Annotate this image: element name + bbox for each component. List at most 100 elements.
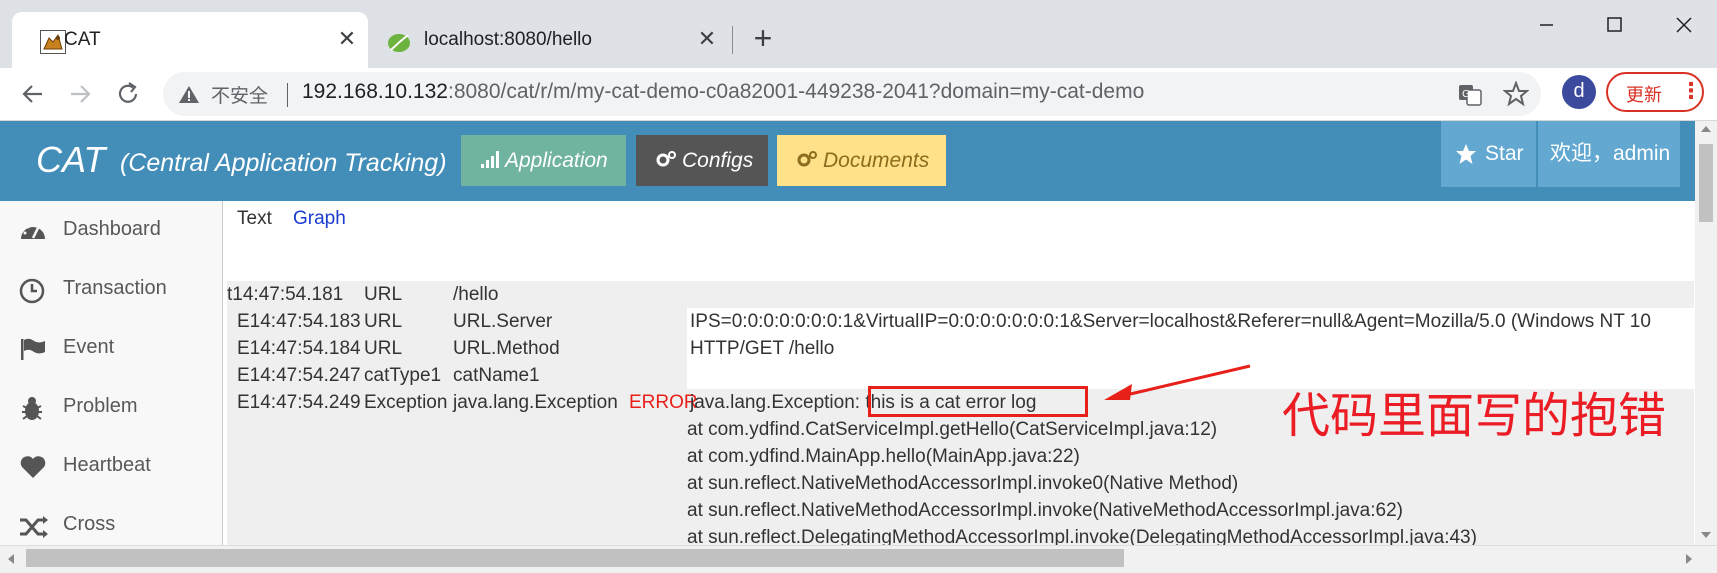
log-row: E14:47:54.183 URL URL.Server IPS=0:0:0:0… xyxy=(227,308,1694,335)
dashboard-icon xyxy=(21,222,45,239)
sidebar-item-label: Cross xyxy=(63,513,116,535)
clock-icon xyxy=(19,278,45,304)
log-type: catType1 xyxy=(364,365,442,386)
log-name: /hello xyxy=(453,284,499,305)
menu-dots-icon: ⋮ xyxy=(1680,78,1702,103)
browser-toolbar: 不安全 192.168.10.132:8080/cat/r/m/my-cat-d… xyxy=(0,68,1717,121)
tab-title: CAT xyxy=(64,29,101,50)
scroll-right-icon[interactable] xyxy=(1684,553,1694,565)
sidebar-item-heartbeat[interactable]: Heartbeat xyxy=(0,437,222,497)
back-button[interactable] xyxy=(16,77,50,111)
svg-text:G: G xyxy=(1462,89,1470,100)
tab-localhost[interactable]: localhost:8080/hello ✕ xyxy=(372,12,728,68)
sidebar-item-transaction[interactable]: Transaction xyxy=(0,260,222,320)
log-data: HTTP/GET /hello xyxy=(690,338,835,359)
scroll-down-icon[interactable] xyxy=(1700,530,1712,540)
log-time: E14:47:54.184 xyxy=(237,338,361,359)
sidebar-item-label: Heartbeat xyxy=(63,454,151,476)
brand-subtitle: (Central Application Tracking) xyxy=(120,149,447,177)
log-type: URL xyxy=(364,284,403,305)
profile-avatar[interactable]: d xyxy=(1562,75,1596,109)
stack-trace-line: at com.ydfind.MainApp.hello(MainApp.java… xyxy=(687,446,1080,467)
vertical-scroll-thumb[interactable] xyxy=(1699,144,1713,222)
back-arrow-icon xyxy=(22,85,42,103)
url-path: :8080/cat/r/m/my-cat-demo-c0a82001-44923… xyxy=(447,80,1145,103)
sidebar-item-event[interactable]: Event xyxy=(0,319,222,379)
user-menu[interactable]: 欢迎，admin xyxy=(1538,121,1680,187)
stack-trace-line: at com.ydfind.CatServiceImpl.getHello(Ca… xyxy=(687,419,1218,440)
window-close-button[interactable] xyxy=(1664,10,1704,40)
cogs-icon xyxy=(656,151,676,167)
log-data-cell xyxy=(687,335,1694,362)
scroll-up-icon[interactable] xyxy=(1700,124,1712,134)
github-star-button[interactable]: Star xyxy=(1441,121,1536,187)
sidebar-item-label: Problem xyxy=(63,395,138,417)
exception-class: java.lang.Exception: xyxy=(690,392,866,413)
stack-trace-line: at sun.reflect.NativeMethodAccessorImpl.… xyxy=(687,473,1239,494)
sidebar-item-dashboard[interactable]: Dashboard xyxy=(0,201,222,261)
log-time: E14:47:54.183 xyxy=(237,311,361,332)
security-label[interactable]: 不安全 xyxy=(211,81,268,108)
brand-title[interactable]: CAT xyxy=(36,139,105,181)
log-name: java.lang.Exception xyxy=(453,392,618,413)
address-bar[interactable]: 不安全 192.168.10.132:8080/cat/r/m/my-cat-d… xyxy=(163,72,1541,116)
nav-documents-button[interactable]: Documents xyxy=(777,135,946,186)
sidebar-item-cross[interactable]: Cross xyxy=(0,496,222,545)
reload-icon xyxy=(118,82,138,103)
user-greeting: 欢迎，admin xyxy=(1550,142,1671,165)
close-icon xyxy=(1676,17,1692,33)
log-status-error: ERROR xyxy=(629,392,698,413)
url-host: 192.168.10.132 xyxy=(302,80,448,103)
log-type: URL xyxy=(364,338,403,359)
sidebar-item-label: Transaction xyxy=(63,277,167,299)
translate-icon[interactable]: G xyxy=(1457,82,1483,108)
random-icon xyxy=(20,516,48,538)
forward-button[interactable] xyxy=(63,77,97,111)
nav-configs-button[interactable]: Configs xyxy=(636,135,768,186)
close-icon[interactable]: ✕ xyxy=(334,26,360,52)
sidebar-item-label: Event xyxy=(63,336,115,358)
browser-tab-bar: CAT ✕ localhost:8080/hello ✕ + xyxy=(0,0,1717,68)
reload-button[interactable] xyxy=(111,77,145,111)
star-label: Star xyxy=(1485,142,1524,165)
warning-icon xyxy=(179,86,199,103)
signal-icon xyxy=(481,151,499,168)
view-text-link[interactable]: Text xyxy=(237,208,272,230)
nav-label: Configs xyxy=(682,149,754,172)
minimize-button[interactable] xyxy=(1526,10,1566,40)
cogs-icon xyxy=(797,151,817,167)
nav-application-button[interactable]: Application xyxy=(461,135,626,186)
sidebar-item-problem[interactable]: Problem xyxy=(0,378,222,438)
log-time: E14:47:54.249 xyxy=(237,392,361,413)
tab-cat[interactable]: CAT ✕ xyxy=(12,12,368,68)
log-name: catName1 xyxy=(453,365,540,386)
log-name: URL.Server xyxy=(453,311,553,332)
log-time: t14:47:54.181 xyxy=(227,284,344,305)
annotation-text: 代码里面写的抱错 xyxy=(1282,388,1667,444)
cat-favicon-icon xyxy=(40,30,66,54)
star-icon xyxy=(1456,144,1476,164)
nav-label: Application xyxy=(505,149,608,172)
minimize-icon xyxy=(1540,24,1553,26)
bookmark-star-icon[interactable] xyxy=(1503,81,1529,107)
log-name: URL.Method xyxy=(453,338,560,359)
message-view: Text Graph t14:47:54.181 URL /hello E14:… xyxy=(223,201,1694,545)
sidebar-item-label: Dashboard xyxy=(63,218,161,240)
flag-icon xyxy=(21,338,45,360)
cat-navbar: CAT (Central Application Tracking) Appli… xyxy=(0,121,1695,201)
log-time: E14:47:54.247 xyxy=(237,365,361,386)
view-graph-link[interactable]: Graph xyxy=(293,208,346,230)
log-row: E14:47:54.184 URL URL.Method HTTP/GET /h… xyxy=(227,335,1694,362)
annotation-highlight-box xyxy=(868,386,1088,417)
tab-separator xyxy=(732,26,733,54)
new-tab-button[interactable]: + xyxy=(746,22,780,56)
log-type: Exception xyxy=(364,392,448,413)
close-icon[interactable]: ✕ xyxy=(694,26,720,52)
horizontal-scroll-thumb[interactable] xyxy=(26,549,1124,567)
scroll-left-icon[interactable] xyxy=(6,553,16,565)
url-text[interactable]: 192.168.10.132:8080/cat/r/m/my-cat-demo-… xyxy=(302,80,1144,104)
annotation-arrow-icon xyxy=(1104,364,1251,400)
stack-trace-line: at sun.reflect.DelegatingMethodAccessorI… xyxy=(687,527,1477,545)
update-button[interactable]: 更新 ⋮ xyxy=(1606,72,1704,112)
maximize-button[interactable] xyxy=(1594,10,1634,40)
